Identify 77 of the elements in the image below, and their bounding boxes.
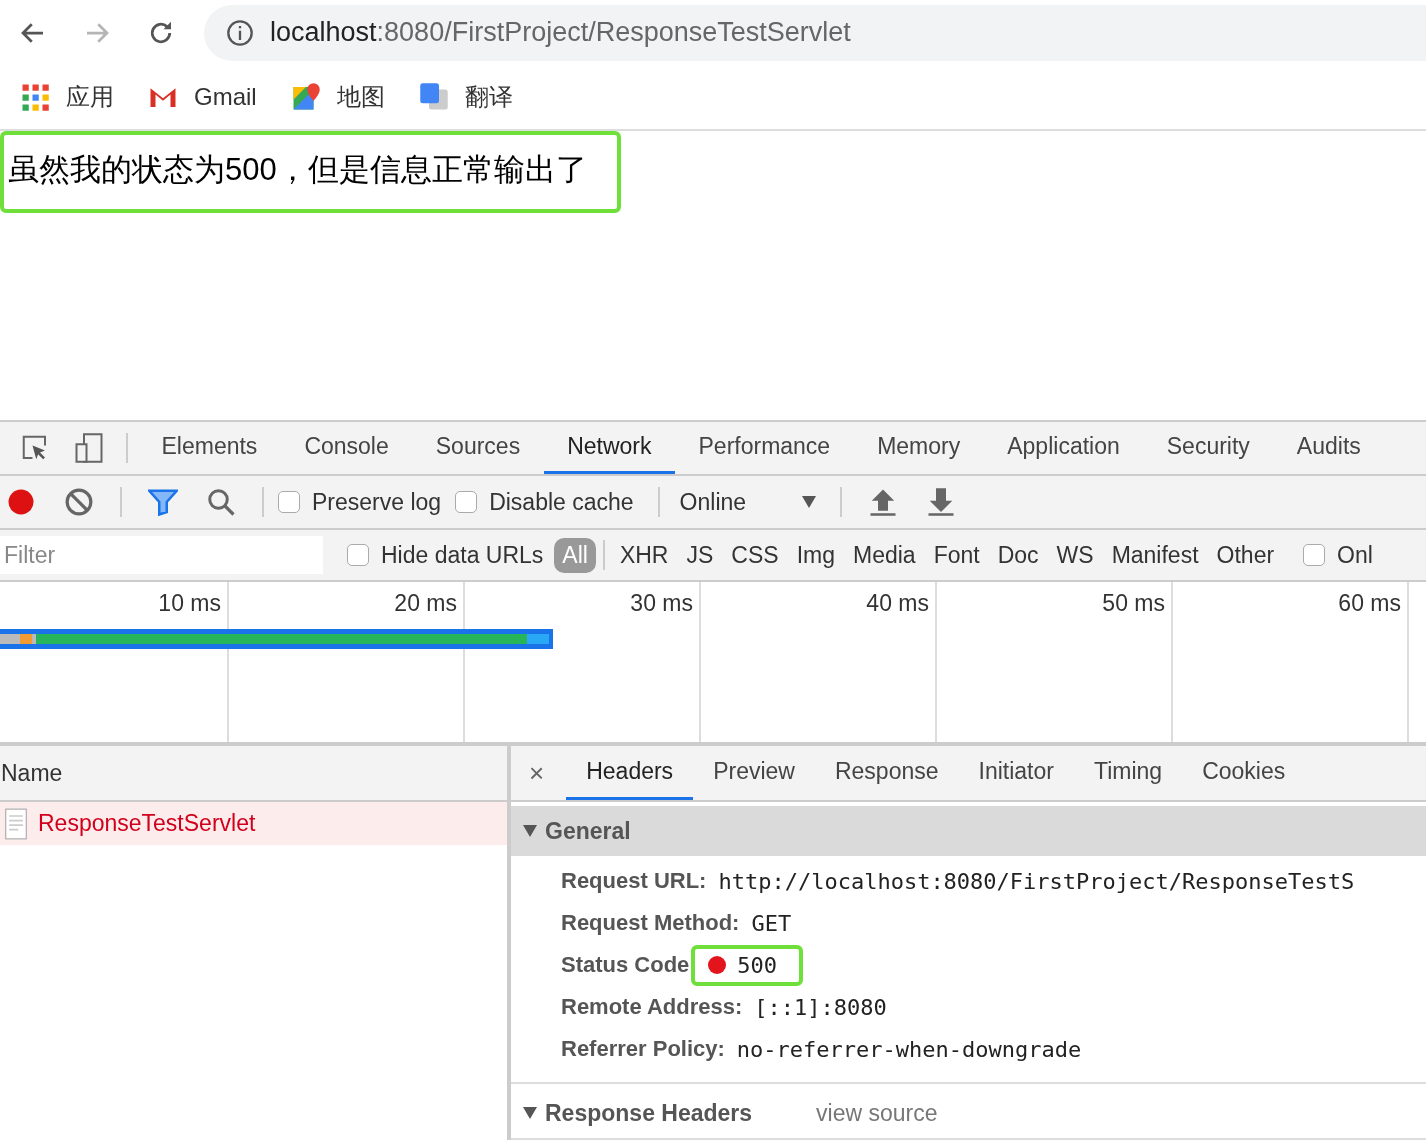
devtools-tab[interactable]: Sources	[412, 422, 544, 474]
type-filter-button[interactable]: Media	[844, 537, 924, 573]
filter-field[interactable]: Filter	[0, 536, 323, 574]
device-toolbar-icon[interactable]	[74, 433, 104, 463]
bookmark-link[interactable]: 翻译	[464, 81, 513, 114]
throttling-select[interactable]: Online	[673, 488, 827, 516]
details-tab[interactable]: Headers	[566, 746, 694, 800]
details-tab[interactable]: Preview	[693, 746, 815, 800]
clear-icon[interactable]	[64, 487, 94, 517]
type-filter-button[interactable]: CSS	[723, 537, 787, 573]
type-filter-button[interactable]: Doc	[989, 537, 1047, 573]
address-bar[interactable]: localhost:8080/FirstProject/ResponseTestServlet	[204, 4, 1426, 61]
bookmark-link[interactable]: Gmail	[194, 83, 257, 112]
checkbox[interactable]	[1303, 544, 1326, 566]
time-tick-label: 40 ms	[866, 590, 929, 618]
bookmark-link[interactable]: 应用	[66, 81, 114, 114]
checkbox-label[interactable]: Onl	[1337, 541, 1373, 569]
type-filter-button[interactable]: Other	[1208, 537, 1283, 573]
checkbox-label[interactable]: Hide data URLs	[381, 541, 544, 569]
caret-icon	[802, 496, 817, 508]
filter-funnel-icon[interactable]	[148, 487, 178, 517]
type-filter-button[interactable]: WS	[1048, 537, 1102, 573]
bookmark-link[interactable]: 地图	[336, 81, 385, 114]
expand-triangle-icon[interactable]	[523, 825, 537, 837]
header-name: Remote Address:	[561, 994, 743, 1020]
view-source-link[interactable]: view source	[816, 1099, 938, 1127]
upload-icon[interactable]	[868, 487, 899, 517]
type-filter-button[interactable]: Font	[925, 537, 988, 573]
time-tick-label: 10 ms	[158, 590, 221, 618]
document-icon	[4, 807, 28, 840]
checkbox[interactable]	[278, 491, 300, 513]
checkbox-label[interactable]: Disable cache	[489, 488, 634, 516]
translate-icon[interactable]	[418, 82, 449, 113]
devtools-tab[interactable]: Elements	[138, 422, 281, 474]
devtools-tab[interactable]: Performance	[675, 422, 854, 474]
info-icon[interactable]	[226, 18, 254, 47]
type-filter-button[interactable]: Manifest	[1103, 537, 1207, 573]
time-tick-label: 50 ms	[1102, 590, 1165, 618]
type-filter-button[interactable]: JS	[678, 537, 722, 573]
header-value: http://localhost:8080/FirstProject/ResponseTestS	[718, 868, 1355, 894]
devtools-tab[interactable]: Console	[280, 422, 413, 474]
section-header[interactable]: General	[511, 806, 1426, 856]
time-tick-label: 60 ms	[1338, 590, 1401, 618]
type-filter-button[interactable]: XHR	[611, 537, 677, 573]
header-name: Request Method:	[561, 910, 740, 936]
details-tab[interactable]: Response	[814, 746, 959, 800]
details-tab[interactable]: Initiator	[958, 746, 1074, 800]
section-title[interactable]: Response Headers	[545, 1099, 753, 1127]
details-tab[interactable]: Cookies	[1182, 746, 1306, 800]
page-message: 虽然我的状态为500，但是信息正常输出了	[0, 131, 621, 214]
apps-grid-icon[interactable]	[20, 82, 50, 113]
expand-triangle-icon[interactable]	[523, 1107, 537, 1119]
time-tick-label: 30 ms	[630, 590, 693, 618]
time-tick-label: 20 ms	[394, 590, 457, 618]
header-name: Request URL:	[561, 868, 707, 894]
devtools-tab[interactable]: Audits	[1273, 422, 1385, 474]
close-button[interactable]: ×	[525, 757, 549, 789]
checkbox-label[interactable]: Preserve log	[312, 488, 442, 516]
section-title[interactable]: General	[545, 817, 631, 845]
header-name: Status Code	[561, 952, 690, 978]
status-value: 500	[691, 944, 804, 986]
search-icon[interactable]	[206, 487, 236, 517]
header-value: [::1]:8080	[754, 994, 887, 1020]
url-text: localhost:8080/FirstProject/ResponseTestServlet	[270, 17, 851, 49]
header-value: GET	[751, 910, 792, 936]
devtools-tab[interactable]: Application	[983, 422, 1144, 474]
record-icon[interactable]	[6, 487, 36, 517]
column-header[interactable]: Name	[0, 746, 507, 802]
devtools-tab[interactable]: Memory	[853, 422, 984, 474]
devtools-tab[interactable]: Security	[1143, 422, 1274, 474]
checkbox[interactable]	[455, 491, 478, 513]
download-icon[interactable]	[926, 487, 957, 517]
details-tab[interactable]: Timing	[1073, 746, 1183, 800]
header-value: no-referrer-when-downgrade	[736, 1036, 1082, 1062]
header-name: Referrer Policy:	[561, 1036, 725, 1062]
checkbox[interactable]	[347, 544, 369, 566]
type-filter-button[interactable]: Img	[788, 537, 843, 573]
